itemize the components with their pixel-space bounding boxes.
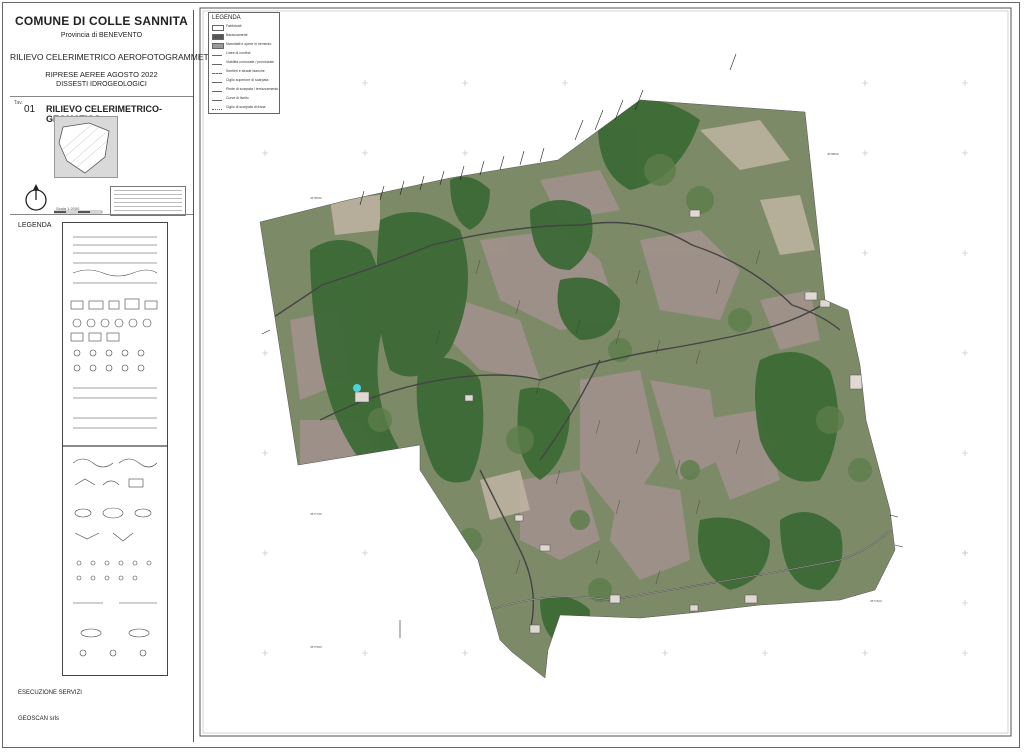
legend-line-icon: [212, 73, 222, 74]
legend-line-icon: [212, 109, 222, 110]
legend-swatch-icon: [212, 34, 224, 40]
legend-swatch-icon: [212, 25, 224, 31]
svg-text:4577700: 4577700: [310, 512, 322, 516]
svg-text:4577500: 4577500: [310, 645, 322, 649]
orthophoto-map: 4578500 4578000 4577700 4577500 4577400: [199, 7, 1012, 737]
orthophoto-area: [260, 100, 895, 678]
legend-line-icon: [212, 55, 222, 56]
legend-line-icon: [212, 100, 222, 101]
svg-text:4578500: 4578500: [827, 152, 839, 156]
legend-line-icon: [212, 64, 222, 65]
svg-text:4578000: 4578000: [310, 196, 322, 200]
svg-text:4577400: 4577400: [870, 599, 882, 603]
legend-swatch-icon: [212, 43, 224, 49]
legend-line-icon: [212, 82, 222, 83]
map-legend: LEGENDA Fabbricati Baraccamenti Manufatt…: [208, 12, 280, 114]
map-legend-title: LEGENDA: [212, 15, 241, 21]
water-tank-marker: [353, 384, 361, 392]
legend-line-icon: [212, 91, 222, 92]
